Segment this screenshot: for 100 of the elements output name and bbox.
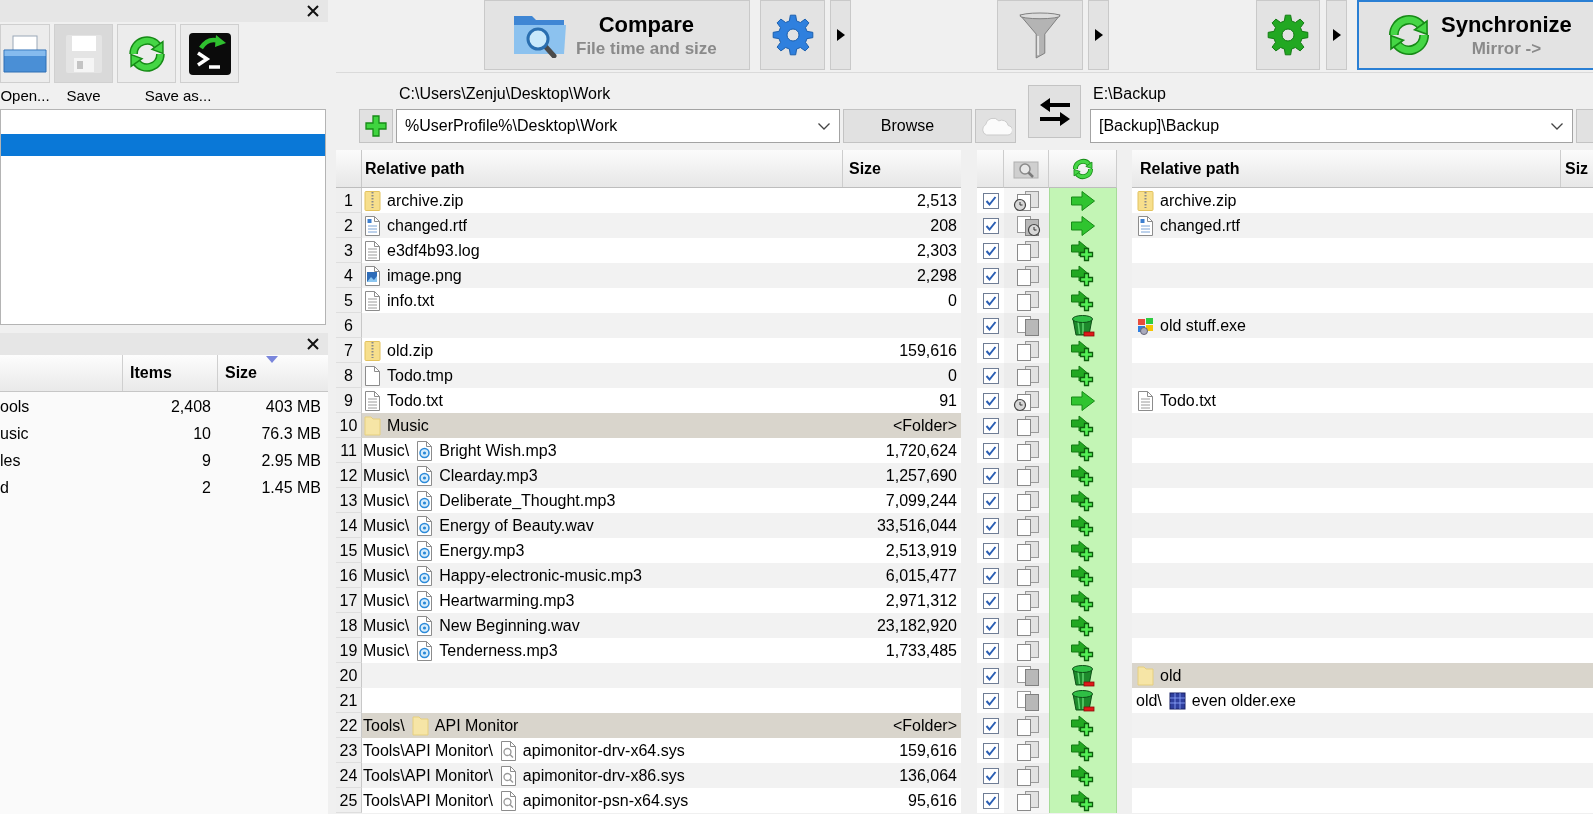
close-icon[interactable] (307, 338, 319, 350)
folder-icon (364, 415, 381, 436)
arrow-plus-icon[interactable] (1070, 764, 1096, 787)
arrow-plus-icon[interactable] (1070, 289, 1096, 312)
file-size: 7,099,244 (884, 491, 958, 510)
checkbox[interactable] (982, 492, 999, 509)
checkbox[interactable] (982, 317, 999, 334)
arrow-plus-icon[interactable] (1070, 564, 1096, 587)
checkbox[interactable] (982, 542, 999, 559)
arrow-plus-icon[interactable] (1070, 739, 1096, 762)
row-number: 5 (336, 288, 362, 313)
arrow-plus-icon[interactable] (1070, 539, 1096, 562)
checkbox[interactable] (982, 367, 999, 384)
checkbox[interactable] (982, 592, 999, 609)
plus-icon (365, 115, 387, 137)
column-header[interactable]: Size (843, 150, 961, 187)
close-icon[interactable] (307, 5, 319, 17)
batch-button[interactable] (180, 24, 239, 83)
checkbox[interactable] (982, 342, 999, 359)
column-header[interactable]: Siz (1561, 150, 1593, 187)
arrow-right-icon[interactable] (1070, 214, 1096, 237)
file-name: apimonitor-drv-x64.sys (522, 741, 685, 760)
dropdown-button[interactable] (830, 0, 851, 70)
folder-input[interactable]: [Backup]\Backup (1090, 109, 1573, 143)
file-name: changed.rtf (387, 216, 468, 235)
file-name: even older.exe (1191, 691, 1296, 710)
dropdown-button[interactable] (1088, 0, 1109, 70)
arrow-plus-icon[interactable] (1070, 264, 1096, 287)
file-magnifier-icon (499, 765, 517, 786)
path-prefix: Music\ (363, 591, 410, 610)
checkbox[interactable] (982, 192, 999, 209)
arrow-plus-icon[interactable] (1070, 489, 1096, 512)
dropdown-button[interactable] (1326, 0, 1347, 70)
arrow-plus-icon[interactable] (1070, 614, 1096, 637)
add-folder-pair-button[interactable] (359, 109, 393, 143)
document-icon (364, 215, 381, 236)
arrow-plus-icon[interactable] (1070, 439, 1096, 462)
sync-settings-button[interactable] (1256, 0, 1320, 70)
checkbox[interactable] (982, 267, 999, 284)
column-header[interactable]: Relative path (1132, 150, 1561, 187)
arrow-plus-icon[interactable] (1070, 514, 1096, 537)
arrow-plus-icon[interactable] (1070, 364, 1096, 387)
folder-input[interactable]: %UserProfile%\Desktop\Work (396, 109, 840, 143)
column-header[interactable]: Items (123, 355, 218, 391)
checkbox[interactable] (982, 292, 999, 309)
column-header[interactable] (1049, 150, 1117, 188)
arrow-plus-icon[interactable] (1070, 789, 1096, 812)
compare-settings-button[interactable] (760, 0, 825, 70)
compare-button[interactable]: Compare File time and size (484, 0, 750, 70)
arrow-plus-icon[interactable] (1070, 589, 1096, 612)
path-prefix: Tools\API Monitor\ (363, 791, 493, 810)
checkbox[interactable] (982, 667, 999, 684)
arrow-plus-icon[interactable] (1070, 414, 1096, 437)
column-header[interactable]: Size (218, 355, 328, 391)
checkbox[interactable] (982, 617, 999, 634)
arrow-plus-icon[interactable] (1070, 339, 1096, 362)
save-as-button[interactable] (117, 24, 176, 83)
path-prefix: Tools\API Monitor\ (363, 741, 493, 760)
folder-name: usic (0, 424, 30, 443)
arrow-right-icon[interactable] (1070, 389, 1096, 412)
checkbox[interactable] (982, 567, 999, 584)
checkbox[interactable] (982, 417, 999, 434)
browse-button[interactable]: Browse (843, 109, 972, 143)
column-header[interactable]: Relative path (362, 150, 843, 187)
grid-icon (1168, 690, 1186, 711)
trash-icon[interactable] (1070, 313, 1096, 338)
terminal-icon (187, 31, 232, 76)
synchronize-button[interactable]: Synchronize Mirror -> (1357, 0, 1593, 70)
checkbox[interactable] (982, 442, 999, 459)
row-number: 16 (336, 563, 362, 588)
checkbox[interactable] (982, 717, 999, 734)
file-size: 23,182,920 (875, 616, 958, 635)
checkbox[interactable] (982, 467, 999, 484)
file-name: info.txt (387, 291, 435, 310)
path-prefix: Music\ (363, 516, 410, 535)
checkbox[interactable] (982, 242, 999, 259)
checkbox[interactable] (982, 217, 999, 234)
trash-icon[interactable] (1070, 688, 1096, 713)
checkbox[interactable] (982, 392, 999, 409)
file-size: 1,257,690 (884, 466, 958, 485)
open-button[interactable] (0, 24, 50, 83)
checkbox[interactable] (982, 692, 999, 709)
arrow-right-icon[interactable] (1070, 189, 1096, 212)
checkbox[interactable] (982, 792, 999, 809)
checkbox[interactable] (982, 642, 999, 659)
checkbox[interactable] (982, 767, 999, 784)
row-number: 17 (336, 588, 362, 613)
file-name: old.zip (387, 341, 434, 360)
arrow-plus-icon[interactable] (1070, 239, 1096, 262)
trash-icon[interactable] (1070, 663, 1096, 688)
arrow-plus-icon[interactable] (1070, 464, 1096, 487)
path-prefix: old\ (1136, 691, 1162, 710)
column-header[interactable] (1004, 150, 1049, 188)
checkbox[interactable] (982, 517, 999, 534)
arrow-plus-icon[interactable] (1070, 639, 1096, 662)
text-file-icon (364, 390, 381, 411)
chevron-down-icon (1551, 122, 1563, 130)
checkbox[interactable] (982, 742, 999, 759)
arrow-plus-icon[interactable] (1070, 714, 1096, 737)
swap-sides-button[interactable] (1028, 85, 1081, 138)
